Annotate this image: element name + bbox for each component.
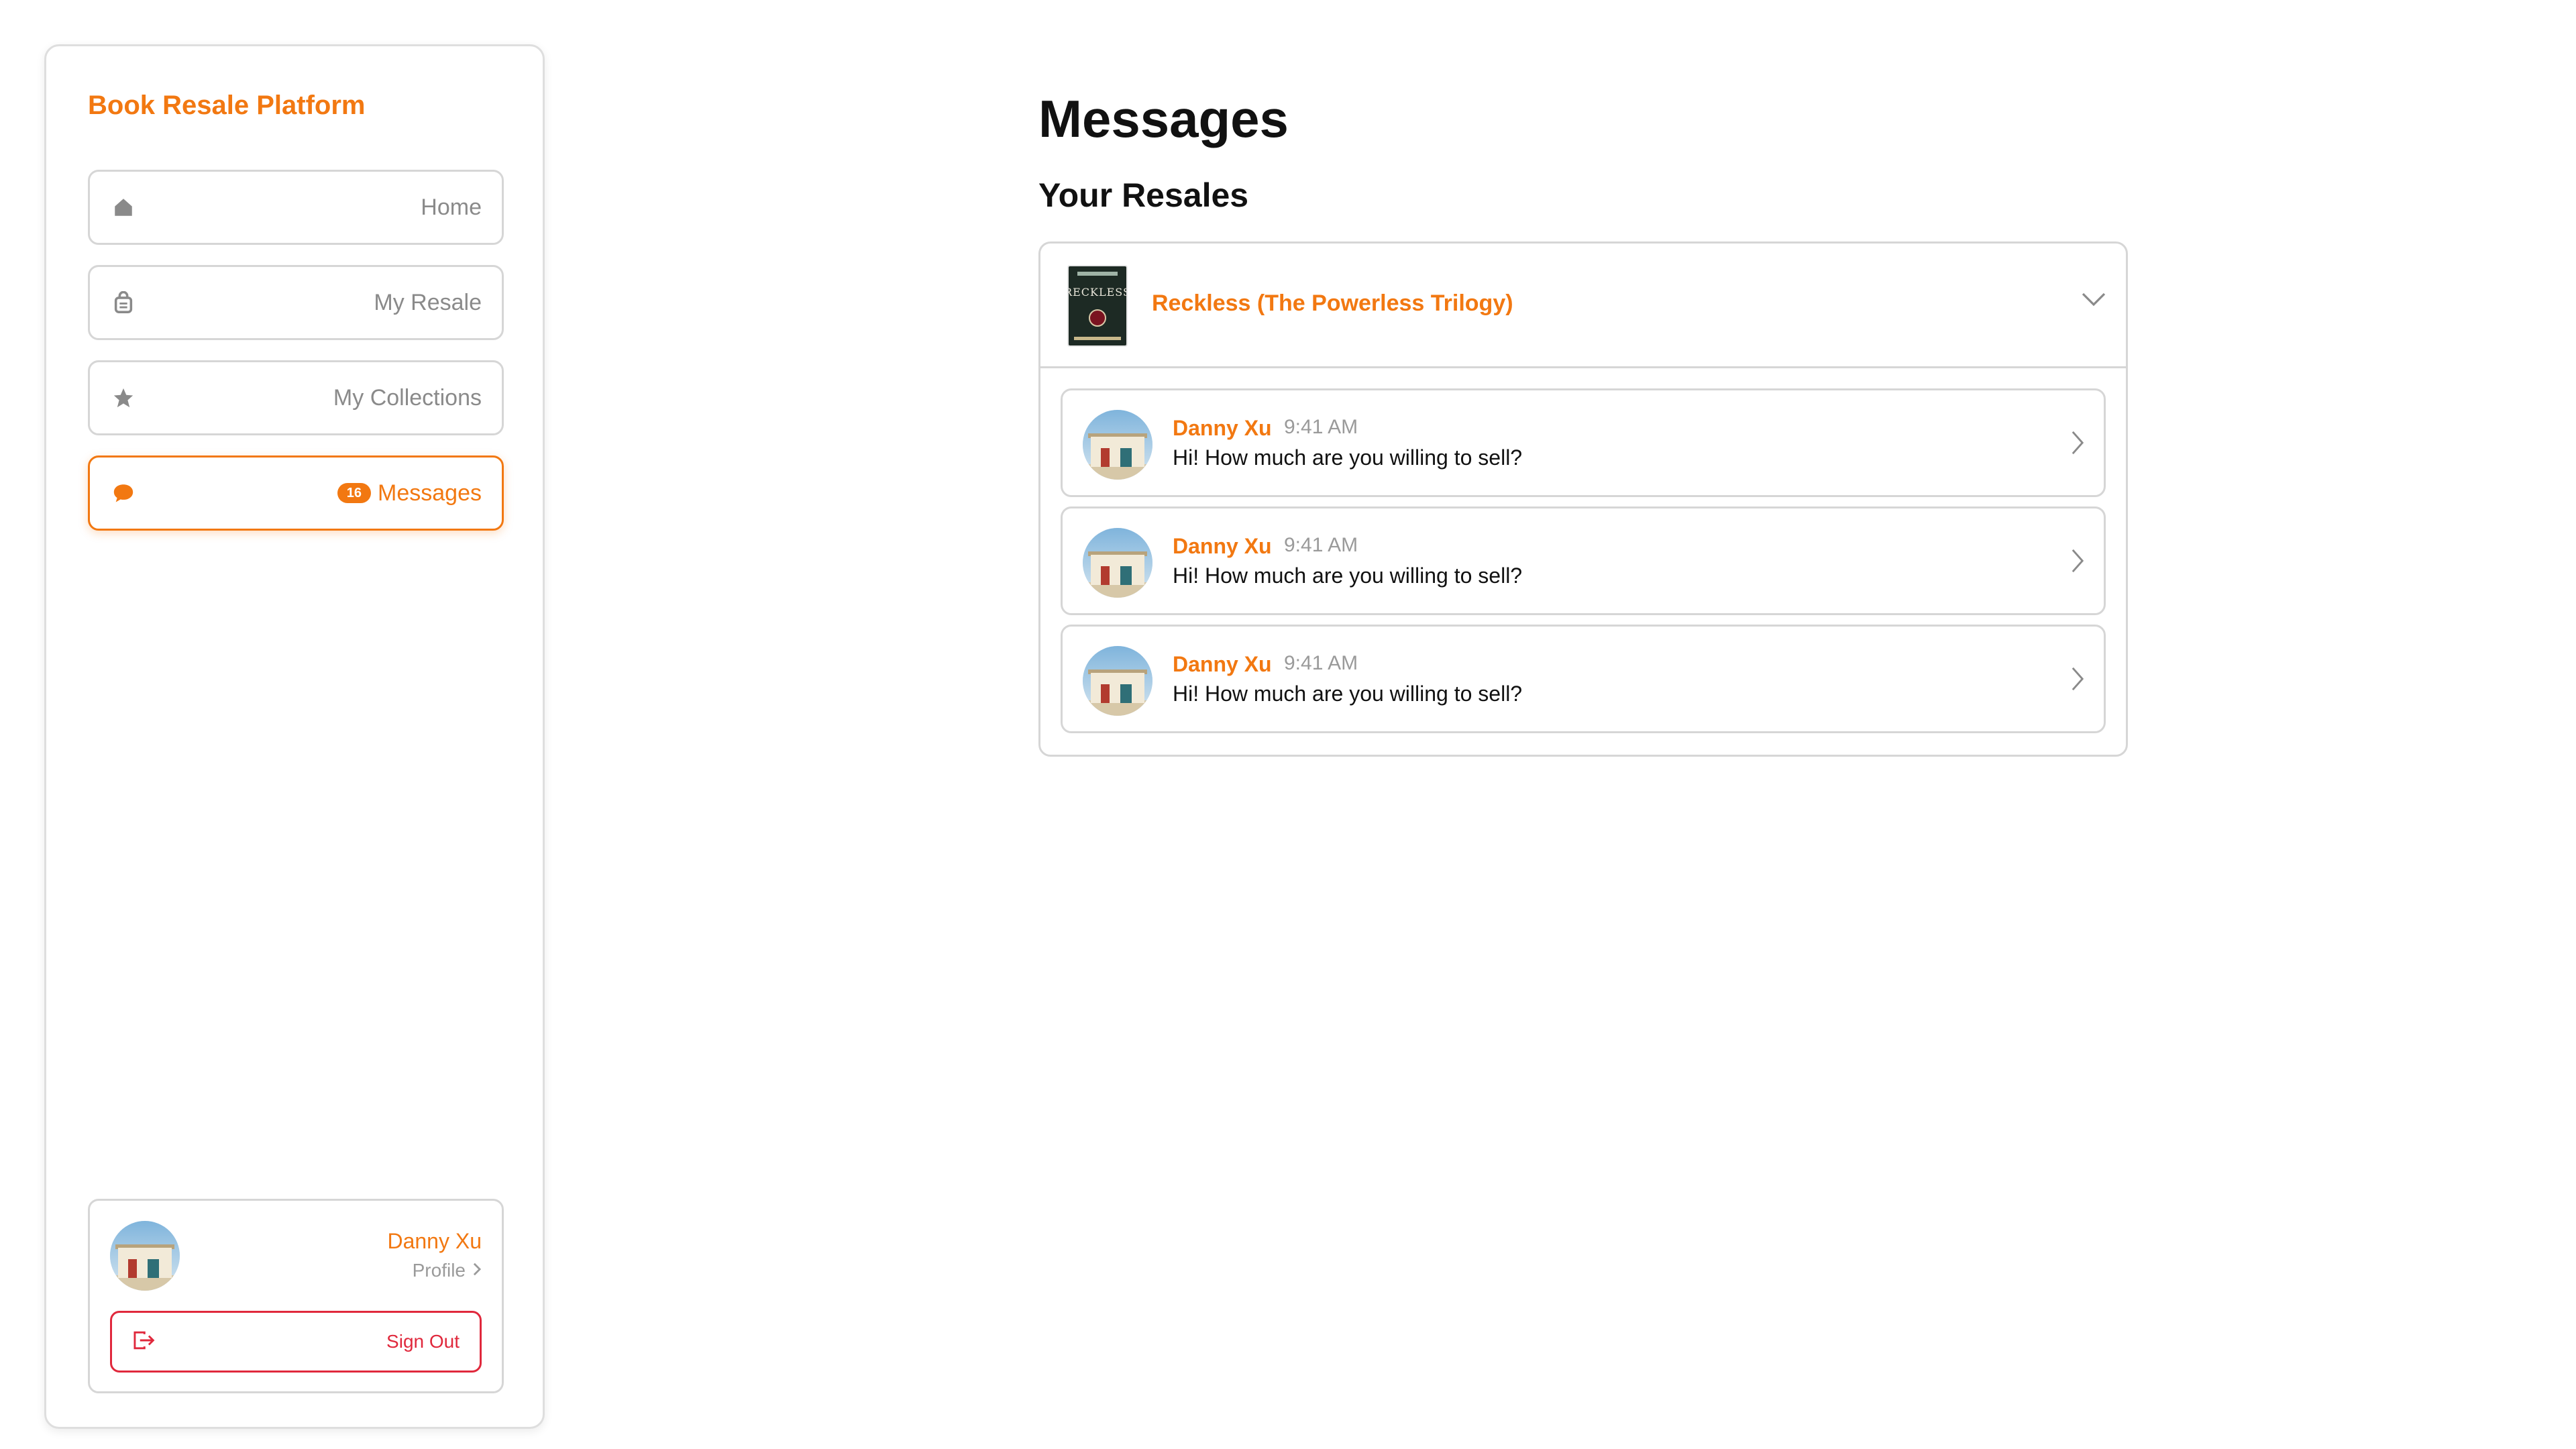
message-time: 9:41 AM <box>1284 652 1358 674</box>
chevron-down-icon[interactable] <box>2082 292 2106 310</box>
bag-icon <box>110 289 137 316</box>
profile-link[interactable]: Profile <box>413 1260 482 1281</box>
section-title: Your Resales <box>1038 176 1249 214</box>
nav-item-home-label: Home <box>421 194 482 220</box>
brand-title: Book Resale Platform <box>88 91 366 120</box>
page-title: Messages <box>1038 89 1289 148</box>
chevron-right-icon <box>472 1260 482 1281</box>
nav-item-my-resale-label: My Resale <box>374 289 482 315</box>
nav-item-my-collections[interactable]: My Collections <box>88 360 504 435</box>
sign-out-label: Sign Out <box>386 1331 460 1352</box>
nav-item-home[interactable]: Home <box>88 170 504 245</box>
nav-item-messages-label: Messages <box>378 480 482 506</box>
message-item[interactable]: Danny Xu 9:41 AM Hi! How much are you wi… <box>1061 506 2106 615</box>
message-text: Hi! How much are you willing to sell? <box>1173 682 1523 706</box>
message-sender: Danny Xu <box>1173 534 1272 558</box>
message-sender: Danny Xu <box>1173 416 1272 440</box>
resale-header[interactable]: RECKLESS Reckless (The Powerless Trilogy… <box>1040 244 2126 368</box>
nav-item-messages[interactable]: 16 Messages <box>88 455 504 531</box>
message-text: Hi! How much are you willing to sell? <box>1173 564 1523 588</box>
avatar <box>1083 646 1152 716</box>
book-cover-title: RECKLESS <box>1067 286 1128 299</box>
chevron-right-icon <box>2072 431 2084 458</box>
message-sender: Danny Xu <box>1173 652 1272 676</box>
book-cover: RECKLESS <box>1067 265 1128 347</box>
chevron-right-icon <box>2072 549 2084 576</box>
message-text: Hi! How much are you willing to sell? <box>1173 445 1523 470</box>
sign-out-icon <box>132 1330 155 1354</box>
message-item[interactable]: Danny Xu 9:41 AM Hi! How much are you wi… <box>1061 625 2106 733</box>
nav-item-my-resale[interactable]: My Resale <box>88 265 504 340</box>
profile-card: Danny Xu Profile Sign Out <box>88 1199 504 1393</box>
message-time: 9:41 AM <box>1284 534 1358 556</box>
chevron-right-icon <box>2072 667 2084 694</box>
star-icon <box>110 384 137 411</box>
unread-count-badge: 16 <box>337 483 372 503</box>
resale-panel: RECKLESS Reckless (The Powerless Trilogy… <box>1038 241 2128 757</box>
profile-link-label: Profile <box>412 1260 466 1281</box>
profile-name: Danny Xu <box>387 1229 482 1253</box>
book-title: Reckless (The Powerless Trilogy) <box>1152 290 1513 316</box>
message-time: 9:41 AM <box>1284 416 1358 438</box>
sidebar: Book Resale Platform Home My Resale My C… <box>44 44 545 1429</box>
avatar[interactable] <box>110 1221 180 1291</box>
chat-bubble-icon <box>110 480 137 506</box>
nav-item-messages-right: 16 Messages <box>337 480 482 506</box>
nav-item-my-collections-label: My Collections <box>333 384 482 411</box>
message-item[interactable]: Danny Xu 9:41 AM Hi! How much are you wi… <box>1061 388 2106 497</box>
home-icon <box>110 194 137 221</box>
avatar <box>1083 528 1152 598</box>
sign-out-button[interactable]: Sign Out <box>110 1311 482 1373</box>
avatar <box>1083 410 1152 480</box>
